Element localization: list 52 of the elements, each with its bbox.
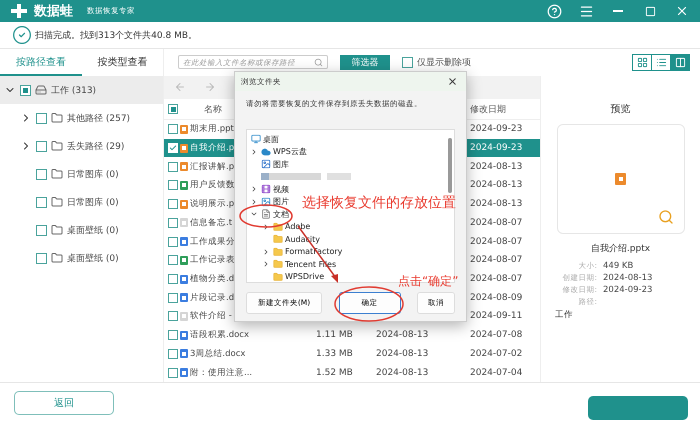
detail-value: 2024-09-23	[603, 285, 652, 295]
scan-status: 扫描完成。找到313个文件共40.8 MB。	[35, 30, 198, 42]
preview-title: 预览	[610, 103, 630, 116]
file-name: 期末用.ppt	[190, 123, 234, 136]
file-name: 说明展示.p	[190, 198, 234, 210]
app-name: 数据蛙	[34, 3, 73, 20]
detail-value: 449 KB	[603, 261, 634, 271]
modified-date: 2024-07-02	[470, 348, 522, 359]
created-date: 2024-08-13	[376, 330, 428, 340]
file-name: 软件介绍 -	[190, 310, 232, 322]
file-name: 片段记录.d	[190, 292, 234, 304]
modified-date: 2024-08-07	[470, 218, 522, 228]
file-name: 3周总结.docx	[190, 348, 246, 360]
tree-label: 日常图库 (0)	[67, 196, 119, 208]
file-name: 附：使用注意...	[190, 366, 252, 379]
modified-date: 2024-09-23	[470, 124, 522, 134]
preview-filename: 自我介绍.pptx	[590, 242, 650, 255]
file-name: 语段积累.docx	[190, 329, 250, 342]
file-name: 工作记录表	[190, 254, 235, 266]
detail-value: 2024-08-13	[603, 273, 652, 283]
modified-date: 2024-08-13	[470, 162, 522, 172]
file-name: 工作成果分	[190, 236, 235, 248]
tree-label: 日常图库 (0)	[67, 168, 119, 180]
tree-label: 桌面壁纸 (0)	[67, 224, 119, 236]
tree-label: 其他路径 (257)	[67, 112, 130, 124]
file-name: 汇报讲解.p	[190, 160, 234, 173]
modified-date: 2024-08-07	[470, 236, 522, 247]
file-name: 信息备忘.t	[190, 216, 232, 229]
file-name: 自我介绍.p	[190, 142, 234, 154]
modified-date: 2024-09-23	[470, 143, 522, 154]
modified-date: 2024-09-11	[470, 311, 522, 322]
modified-date: 2024-08-13	[470, 180, 522, 190]
modified-date: 2024-08-07	[470, 274, 522, 284]
modified-date: 2024-08-09	[470, 292, 522, 303]
file-size: 1.11 MB	[316, 330, 353, 340]
modified-date: 2024-08-13	[470, 199, 522, 210]
annotation-text: 点击“确定”	[398, 273, 458, 290]
tree-label: 丢失路径 (29)	[67, 140, 124, 152]
file-size: 1.33 MB	[316, 348, 353, 359]
file-size: 1.52 MB	[316, 368, 353, 378]
tree-label: 桌面壁纸 (0)	[67, 252, 119, 264]
path-value: 工作	[554, 309, 573, 321]
created-date: 2024-08-13	[376, 368, 428, 378]
annotation-text: 选择恢复文件的存放位置	[302, 194, 456, 212]
file-name: 用户反馈数	[190, 179, 235, 192]
file-name: 植物分类.d	[190, 273, 234, 286]
modified-date: 2024-07-04	[470, 368, 522, 378]
created-date: 2024-08-13	[376, 348, 428, 359]
checkbox-label: 仅显示删除项	[417, 56, 471, 69]
modified-date: 2024-07-08	[470, 330, 522, 340]
tree-label: 工作 (313)	[51, 84, 96, 96]
modified-date: 2024-08-07	[470, 255, 522, 266]
